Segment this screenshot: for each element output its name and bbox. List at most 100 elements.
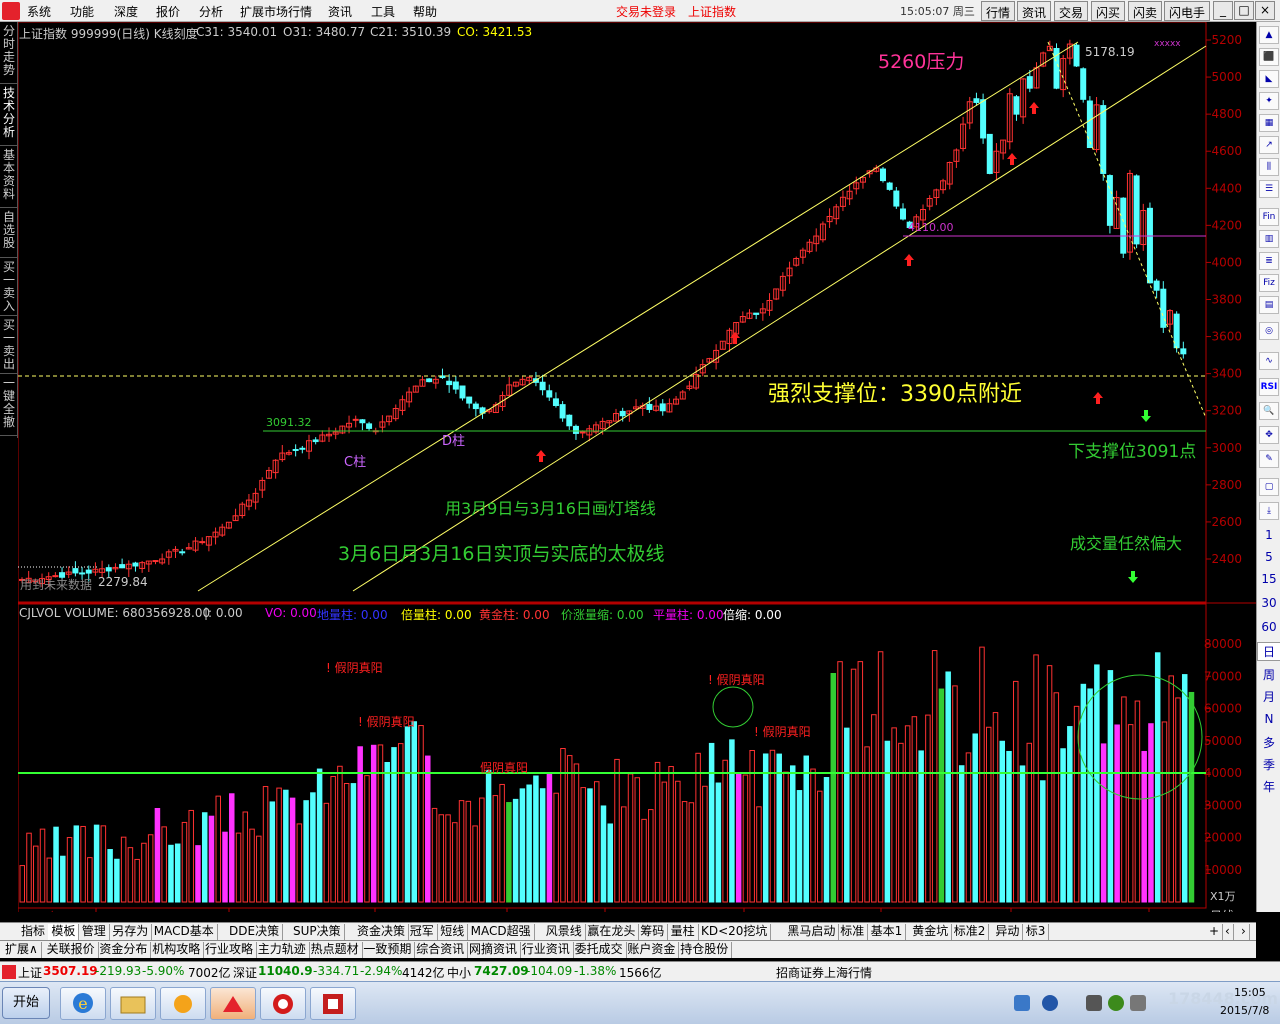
- extension-tab-10[interactable]: 行业资讯: [519, 942, 574, 958]
- indicator-tab-12[interactable]: 赢在龙头: [584, 924, 640, 940]
- tray-antivirus-icon[interactable]: [1108, 995, 1124, 1011]
- indicator-tab-15[interactable]: KD<20挖坑: [698, 924, 772, 940]
- tab-prev-icon[interactable]: ‹: [1222, 924, 1234, 940]
- indicator-tab-9[interactable]: 短线: [437, 924, 469, 940]
- tray-usb-icon[interactable]: [1086, 995, 1102, 1011]
- indicator-tab-18[interactable]: 基本1: [868, 924, 907, 940]
- period-year[interactable]: 年: [1257, 778, 1280, 795]
- messenger-icon[interactable]: [160, 987, 206, 1020]
- tab-watchlist[interactable]: 自选股: [0, 208, 18, 258]
- tool-fiz-icon[interactable]: Fiz: [1259, 274, 1279, 292]
- period-month[interactable]: 月: [1257, 688, 1280, 705]
- tab-next-icon[interactable]: ›: [1238, 924, 1250, 940]
- period-n[interactable]: N: [1257, 712, 1280, 726]
- extension-tab-2[interactable]: 资金分布: [96, 942, 152, 958]
- tray-search-icon[interactable]: [1042, 995, 1058, 1011]
- tab-fundamentals[interactable]: 基本资料: [0, 146, 18, 208]
- tool-pencil-icon[interactable]: ✎: [1259, 450, 1279, 468]
- menu-function[interactable]: 功能: [70, 3, 94, 20]
- menu-system[interactable]: 系统: [27, 3, 51, 20]
- ie-browser-icon[interactable]: e: [60, 987, 106, 1020]
- extension-tab-13[interactable]: 持仓股份: [677, 942, 733, 958]
- trade-button[interactable]: 交易: [1054, 1, 1089, 21]
- tab-technical-analysis[interactable]: 技术分析: [0, 84, 18, 146]
- tool-zoom-icon[interactable]: 🔍: [1259, 402, 1279, 420]
- tool-chart-icon[interactable]: ▥: [1259, 230, 1279, 248]
- extension-tab-9[interactable]: 网摘资讯: [466, 942, 522, 958]
- indicator-tab-11[interactable]: 风景线: [543, 924, 586, 940]
- period-week[interactable]: 周: [1257, 666, 1280, 683]
- tool-refresh-icon[interactable]: ◎: [1259, 322, 1279, 340]
- tool-wave-icon[interactable]: ∿: [1259, 352, 1279, 370]
- indicator-tab-3[interactable]: 另存为: [109, 924, 153, 940]
- extension-tab-8[interactable]: 综合资讯: [413, 942, 469, 958]
- quote-button[interactable]: 行情: [981, 1, 1016, 21]
- menu-analysis[interactable]: 分析: [199, 3, 223, 20]
- extension-tab-12[interactable]: 账户资金: [624, 942, 680, 958]
- flash-sell-button[interactable]: 闪卖: [1128, 1, 1163, 21]
- tool-table-icon[interactable]: ▤: [1259, 296, 1279, 314]
- menu-help[interactable]: 帮助: [413, 3, 437, 20]
- news-button[interactable]: 资讯: [1017, 1, 1052, 21]
- period-day[interactable]: 日: [1257, 642, 1280, 661]
- tray-network-icon[interactable]: [1014, 995, 1030, 1011]
- close-icon[interactable]: ×: [1255, 1, 1275, 20]
- indicator-tab-22[interactable]: 标3: [1023, 924, 1050, 940]
- tab-sell[interactable]: 买一卖出: [0, 316, 18, 374]
- indicator-tab-6[interactable]: SUP决策: [290, 924, 345, 940]
- period-multi[interactable]: 多: [1257, 734, 1280, 751]
- menu-news[interactable]: 资讯: [328, 3, 352, 20]
- tool-compare-icon[interactable]: ≣: [1259, 252, 1279, 270]
- tool-candle-icon[interactable]: ⫼: [1259, 158, 1279, 176]
- tray-volume-icon[interactable]: [1130, 995, 1146, 1011]
- tool-scroll-up-icon[interactable]: ▲: [1259, 26, 1279, 44]
- indicator-tab-2[interactable]: 管理: [79, 924, 110, 940]
- extension-tab-3[interactable]: 机构攻略: [149, 942, 205, 958]
- indicator-tab-4[interactable]: MACD基本: [151, 924, 218, 940]
- indicator-tab-16[interactable]: 黑马启动: [784, 924, 840, 940]
- extension-tab-0[interactable]: 扩展∧: [2, 942, 42, 958]
- broker-app-icon[interactable]: [260, 987, 306, 1020]
- indicator-tab-19[interactable]: 黄金坑: [909, 924, 953, 940]
- indicator-tab-20[interactable]: 标准2: [951, 924, 990, 940]
- tool-rsi-icon[interactable]: RSI: [1259, 378, 1279, 396]
- minimize-icon[interactable]: _: [1213, 1, 1233, 20]
- indicator-tab-0[interactable]: 指标: [18, 924, 50, 940]
- tool-download-icon[interactable]: ⤓: [1259, 502, 1279, 520]
- tab-intraday[interactable]: 分时走势: [0, 22, 18, 84]
- period-15min[interactable]: 15: [1257, 572, 1280, 586]
- indicator-tab-5[interactable]: DDE决策: [226, 924, 284, 940]
- period-30min[interactable]: 30: [1257, 596, 1280, 610]
- tool-draw-icon[interactable]: ◣: [1259, 70, 1279, 88]
- indicator-tab-7[interactable]: 资金决策: [354, 924, 410, 940]
- tool-move-icon[interactable]: ✥: [1259, 426, 1279, 444]
- period-60min[interactable]: 60: [1257, 620, 1280, 634]
- tool-list-icon[interactable]: ☰: [1259, 180, 1279, 198]
- chart-area[interactable]: 5200 5000 4800 4600 4400 4200 4000 3800 3600 3400…: [18, 22, 1256, 912]
- flash-hand-button[interactable]: 闪电手: [1164, 1, 1211, 21]
- indicator-tab-17[interactable]: 标准: [837, 924, 869, 940]
- security-app-icon[interactable]: [310, 987, 356, 1020]
- period-season[interactable]: 季: [1257, 756, 1280, 773]
- menu-tools[interactable]: 工具: [371, 3, 395, 20]
- extension-tab-6[interactable]: 热点题材: [308, 942, 363, 958]
- tab-buy[interactable]: 买一卖入: [0, 258, 18, 316]
- menu-extended-market[interactable]: 扩展市场行情: [240, 3, 312, 20]
- tool-fin-icon[interactable]: Fin: [1259, 208, 1279, 226]
- extension-tab-1[interactable]: 关联报价: [44, 942, 99, 958]
- tool-expand-icon[interactable]: ⬛: [1259, 48, 1279, 66]
- indicator-tab-10[interactable]: MACD超强: [468, 924, 535, 940]
- stock-app-icon[interactable]: [210, 987, 256, 1020]
- extension-tab-7[interactable]: 一致预期: [360, 942, 416, 958]
- indicator-tab-21[interactable]: 异动: [992, 924, 1024, 940]
- start-button[interactable]: 开始: [2, 987, 50, 1019]
- tab-add-icon[interactable]: +: [1206, 924, 1224, 940]
- folder-icon[interactable]: [110, 987, 156, 1020]
- maximize-icon[interactable]: □: [1234, 1, 1254, 20]
- menu-depth[interactable]: 深度: [114, 3, 138, 20]
- extension-tab-4[interactable]: 行业攻略: [202, 942, 258, 958]
- indicator-tab-1[interactable]: 模板: [48, 924, 80, 940]
- tool-grid-icon[interactable]: ▦: [1259, 114, 1279, 132]
- tool-ruler-icon[interactable]: ✦: [1259, 92, 1279, 110]
- indicator-tab-13[interactable]: 筹码: [637, 924, 669, 940]
